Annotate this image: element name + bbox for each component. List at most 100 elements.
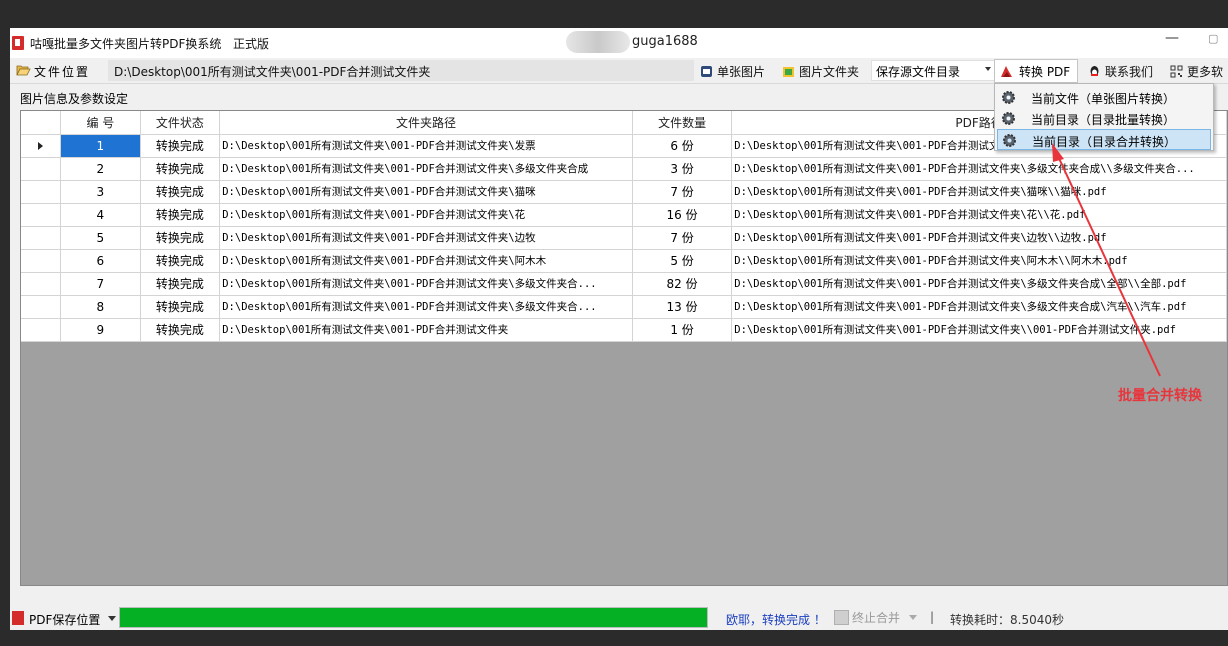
menu-item-current-file[interactable]: 当前文件（单张图片转换）	[997, 87, 1211, 108]
cell-status[interactable]: 转换完成	[140, 203, 221, 227]
cell-pdf-path[interactable]: D:\Desktop\001所有测试文件夹\001-PDF合并测试文件夹\边牧\…	[731, 226, 1227, 250]
table-row[interactable]: 3 转换完成 D:\Desktop\001所有测试文件夹\001-PDF合并测试…	[21, 180, 1227, 204]
image-folder-icon	[783, 66, 794, 77]
contact-us-button[interactable]: 联系我们	[1084, 61, 1157, 81]
cell-pdf-path[interactable]: D:\Desktop\001所有测试文件夹\001-PDF合并测试文件夹\多级文…	[731, 272, 1227, 296]
cell-status[interactable]: 转换完成	[140, 318, 221, 342]
status-message: 欧耶，转换完成 ！	[726, 613, 826, 627]
app-window: 咕嘎批量多文件夹图片转PDF换系统 正式版 guga1688 — ▢ 文件位置 …	[10, 28, 1228, 646]
cell-folder-path[interactable]: D:\Desktop\001所有测试文件夹\001-PDF合并测试文件夹\阿木木	[219, 249, 633, 273]
table-row[interactable]: 9 转换完成 D:\Desktop\001所有测试文件夹\001-PDF合并测试…	[21, 318, 1227, 342]
column-header-number[interactable]: 编 号	[60, 111, 141, 135]
cell-folder-path[interactable]: D:\Desktop\001所有测试文件夹\001-PDF合并测试文件夹\多级文…	[219, 272, 633, 296]
row-selector[interactable]	[21, 272, 62, 296]
cell-status[interactable]: 转换完成	[140, 272, 221, 296]
table-row[interactable]: 8 转换完成 D:\Desktop\001所有测试文件夹\001-PDF合并测试…	[21, 295, 1227, 319]
cell-folder-path[interactable]: D:\Desktop\001所有测试文件夹\001-PDF合并测试文件夹\边牧	[219, 226, 633, 250]
image-icon	[701, 65, 712, 77]
cell-number[interactable]: 9	[60, 318, 141, 342]
image-folder-button[interactable]: 图片文件夹	[778, 61, 863, 81]
row-selector[interactable]	[21, 318, 62, 342]
column-header-status[interactable]: 文件状态	[140, 111, 221, 135]
cell-file-count[interactable]: 82 份	[632, 272, 733, 296]
current-row-arrow-icon	[38, 141, 44, 150]
cell-status[interactable]: 转换完成	[140, 180, 221, 204]
convert-dropdown-menu: 当前文件（单张图片转换） 当前目录（目录批量转换） 当前目录（目录合并转换）	[994, 83, 1214, 151]
cell-folder-path[interactable]: D:\Desktop\001所有测试文件夹\001-PDF合并测试文件夹	[219, 318, 633, 342]
maximize-button[interactable]: ▢	[1208, 32, 1224, 46]
toolbar: 文件位置 D:\Desktop\001所有测试文件夹\001-PDF合并测试文件…	[10, 58, 1228, 84]
cell-folder-path[interactable]: D:\Desktop\001所有测试文件夹\001-PDF合并测试文件夹\猫咪	[219, 180, 633, 204]
cell-number[interactable]: 1	[60, 134, 141, 158]
table-row[interactable]: 2 转换完成 D:\Desktop\001所有测试文件夹\001-PDF合并测试…	[21, 157, 1227, 181]
cell-number[interactable]: 5	[60, 226, 141, 250]
cell-file-count[interactable]: 7 份	[632, 180, 733, 204]
cell-number[interactable]: 7	[60, 272, 141, 296]
path-field[interactable]: D:\Desktop\001所有测试文件夹\001-PDF合并测试文件夹	[108, 60, 694, 81]
stop-merge-button[interactable]: 终止合并	[834, 609, 918, 626]
menu-item-label: 当前目录（目录批量转换）	[1031, 113, 1176, 127]
cell-pdf-path[interactable]: D:\Desktop\001所有测试文件夹\001-PDF合并测试文件夹\猫咪\…	[731, 180, 1227, 204]
single-image-button[interactable]: 单张图片	[696, 61, 769, 81]
table-row[interactable]: 5 转换完成 D:\Desktop\001所有测试文件夹\001-PDF合并测试…	[21, 226, 1227, 250]
cell-status[interactable]: 转换完成	[140, 134, 221, 158]
column-header-folder-path[interactable]: 文件夹路径	[219, 111, 633, 135]
menu-item-label: 当前目录（目录合并转换）	[1032, 135, 1177, 149]
cell-file-count[interactable]: 1 份	[632, 318, 733, 342]
cell-folder-path[interactable]: D:\Desktop\001所有测试文件夹\001-PDF合并测试文件夹\多级文…	[219, 157, 633, 181]
cell-pdf-path[interactable]: D:\Desktop\001所有测试文件夹\001-PDF合并测试文件夹\\00…	[731, 318, 1227, 342]
convert-pdf-button[interactable]: 转换 PDF	[994, 59, 1078, 83]
cell-file-count[interactable]: 6 份	[632, 134, 733, 158]
menu-item-batch-convert[interactable]: 当前目录（目录批量转换）	[997, 108, 1211, 129]
cell-status[interactable]: 转换完成	[140, 157, 221, 181]
cell-number[interactable]: 8	[60, 295, 141, 319]
cell-folder-path[interactable]: D:\Desktop\001所有测试文件夹\001-PDF合并测试文件夹\发票	[219, 134, 633, 158]
chevron-down-icon	[985, 67, 991, 71]
chevron-down-icon	[909, 615, 918, 620]
cell-status[interactable]: 转换完成	[140, 295, 221, 319]
gear-icon	[1002, 112, 1015, 125]
cell-number[interactable]: 4	[60, 203, 141, 227]
cell-pdf-path[interactable]: D:\Desktop\001所有测试文件夹\001-PDF合并测试文件夹\多级文…	[731, 295, 1227, 319]
row-selector[interactable]	[21, 203, 62, 227]
table-row[interactable]: 7 转换完成 D:\Desktop\001所有测试文件夹\001-PDF合并测试…	[21, 272, 1227, 296]
menu-item-merge-convert[interactable]: 当前目录（目录合并转换）	[997, 129, 1211, 150]
cell-file-count[interactable]: 7 份	[632, 226, 733, 250]
table-row[interactable]: 6 转换完成 D:\Desktop\001所有测试文件夹\001-PDF合并测试…	[21, 249, 1227, 273]
location-label: 文件位置	[34, 65, 91, 79]
blurred-avatar	[566, 31, 630, 53]
column-header-file-count[interactable]: 文件数量	[632, 111, 733, 135]
status-bar: PDF保存位置 欧耶，转换完成 ！ 终止合并 | 转换耗时：8.5040秒	[10, 606, 1228, 630]
more-software-button[interactable]: 更多软	[1166, 61, 1227, 81]
cell-pdf-path[interactable]: D:\Desktop\001所有测试文件夹\001-PDF合并测试文件夹\花\\…	[731, 203, 1227, 227]
stop-icon	[834, 610, 849, 625]
row-selector[interactable]	[21, 180, 62, 204]
data-grid[interactable]: 编 号 文件状态 文件夹路径 文件数量 PDF路径 1 转换完成 D:\Desk…	[20, 110, 1228, 586]
row-selector[interactable]	[21, 295, 62, 319]
cell-file-count[interactable]: 5 份	[632, 249, 733, 273]
cell-folder-path[interactable]: D:\Desktop\001所有测试文件夹\001-PDF合并测试文件夹\多级文…	[219, 295, 633, 319]
cell-number[interactable]: 3	[60, 180, 141, 204]
row-selector[interactable]	[21, 134, 62, 158]
cell-file-count[interactable]: 16 份	[632, 203, 733, 227]
table-row[interactable]: 4 转换完成 D:\Desktop\001所有测试文件夹\001-PDF合并测试…	[21, 203, 1227, 227]
cell-file-count[interactable]: 3 份	[632, 157, 733, 181]
cell-pdf-path[interactable]: D:\Desktop\001所有测试文件夹\001-PDF合并测试文件夹\阿木木…	[731, 249, 1227, 273]
row-selector[interactable]	[21, 157, 62, 181]
row-selector[interactable]	[21, 249, 62, 273]
cell-number[interactable]: 2	[60, 157, 141, 181]
cell-status[interactable]: 转换完成	[140, 249, 221, 273]
cell-status[interactable]: 转换完成	[140, 226, 221, 250]
gear-icon	[1003, 134, 1016, 147]
chevron-down-icon[interactable]	[108, 616, 116, 621]
row-header-corner	[21, 111, 62, 135]
cell-number[interactable]: 6	[60, 249, 141, 273]
cell-pdf-path[interactable]: D:\Desktop\001所有测试文件夹\001-PDF合并测试文件夹\多级文…	[731, 157, 1227, 181]
row-selector[interactable]	[21, 226, 62, 250]
pdf-save-location-label[interactable]: PDF保存位置	[29, 611, 100, 628]
minimize-button[interactable]: —	[1162, 30, 1182, 46]
cell-folder-path[interactable]: D:\Desktop\001所有测试文件夹\001-PDF合并测试文件夹\花	[219, 203, 633, 227]
cell-file-count[interactable]: 13 份	[632, 295, 733, 319]
edition-label: 正式版	[233, 37, 270, 51]
save-location-select[interactable]: 保存源文件目录	[871, 60, 995, 81]
